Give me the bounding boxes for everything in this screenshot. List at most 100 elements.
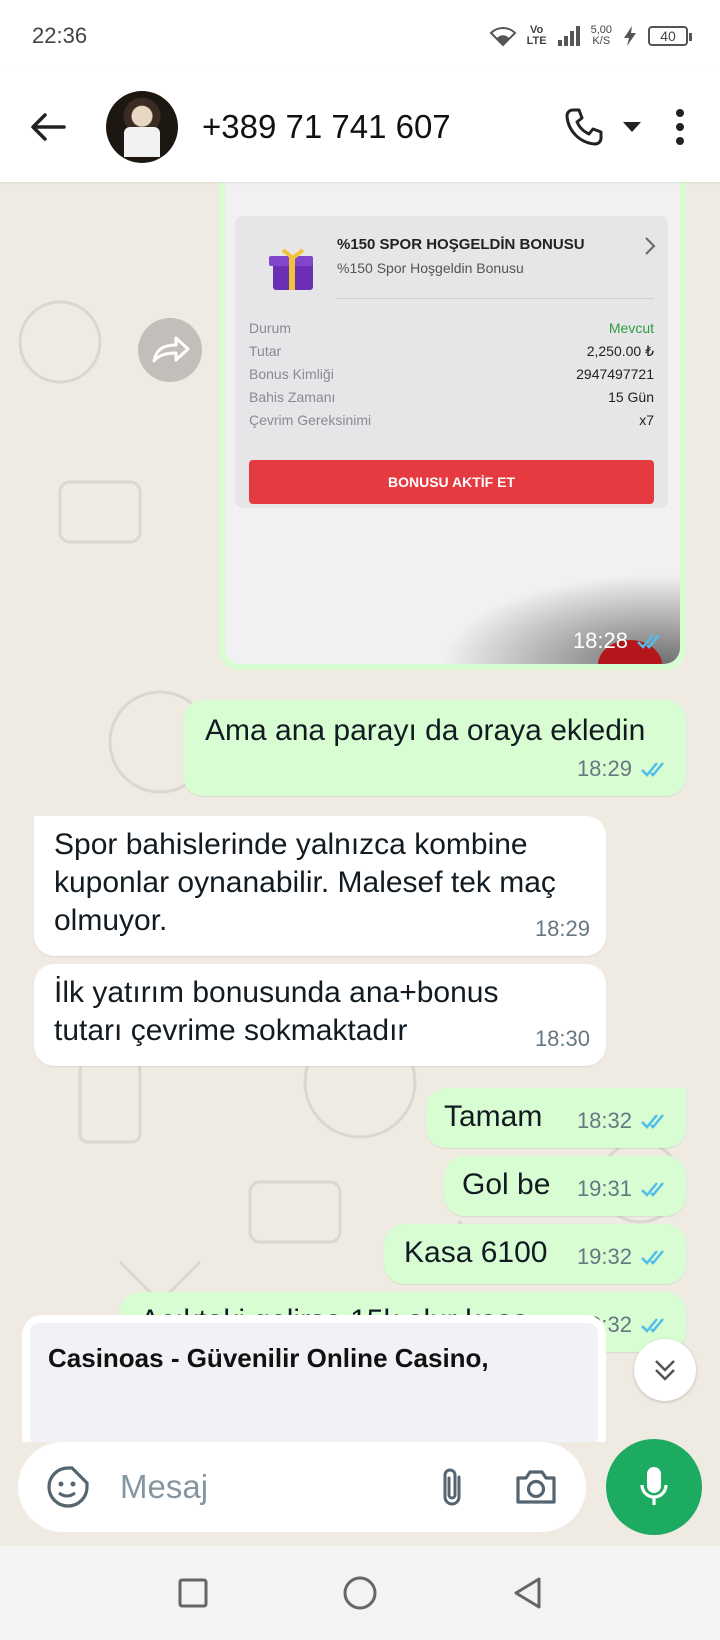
bonus-card: %150 SPOR HOŞGELDİN BONUSU %150 Spor Hoş…: [235, 216, 668, 508]
sticker-button[interactable]: [40, 1459, 96, 1515]
composer: [0, 1439, 720, 1546]
lte-indicator: Vo LTE: [527, 25, 547, 47]
message-text: Gol be: [462, 1168, 551, 1201]
battery-level: 40: [660, 28, 676, 44]
detail-value: x7: [639, 412, 654, 428]
back-nav-button[interactable]: [497, 1563, 557, 1623]
message-text: Spor bahislerinde yalnızca kombine kupon…: [54, 828, 556, 937]
detail-value: 2,250.00 ₺: [586, 343, 654, 359]
message-bubble-outgoing[interactable]: Gol be 19:31: [444, 1156, 686, 1216]
link-preview-title: Casinoas - Güvenilir Online Casino,: [48, 1343, 489, 1373]
message-time: 19:32: [576, 1244, 632, 1269]
message-time: 19:31: [576, 1176, 632, 1201]
message-input[interactable]: [120, 1468, 410, 1506]
contact-name[interactable]: +389 71 741 607: [202, 108, 564, 146]
message-meta: 19:31: [577, 1170, 670, 1208]
call-dropdown-button[interactable]: [622, 99, 642, 155]
detail-key: Tutar: [249, 343, 282, 359]
image-message[interactable]: %150 SPOR HOŞGELDİN BONUSU %150 Spor Hoş…: [219, 182, 686, 670]
phone-icon: [565, 108, 603, 146]
wifi-icon: [489, 27, 517, 47]
bonus-details: Durum Mevcut Tutar 2,250.00 ₺ Bonus Kiml…: [249, 320, 654, 435]
message-text: Kasa 6100: [404, 1236, 548, 1269]
divider: [335, 298, 654, 299]
detail-key: Bahis Zamanı: [249, 389, 336, 405]
speed-indicator: 5,00 K/S: [591, 25, 612, 47]
message-bubble-incoming[interactable]: Spor bahislerinde yalnızca kombine kupon…: [34, 816, 606, 956]
battery-icon: 40: [648, 26, 692, 46]
message-bubble-outgoing[interactable]: Ama ana parayı da oraya ekledin 18:29: [183, 700, 686, 796]
double-check-icon: [641, 762, 664, 777]
double-check-icon: [641, 1182, 664, 1197]
message-meta: 18:29: [577, 750, 670, 788]
call-button[interactable]: [564, 99, 604, 155]
message-time: 18:30: [534, 1026, 590, 1051]
detail-row: Durum Mevcut: [249, 320, 654, 343]
circle-icon: [343, 1576, 377, 1610]
back-button[interactable]: [20, 99, 76, 155]
home-button[interactable]: [330, 1563, 390, 1623]
microphone-icon: [640, 1467, 668, 1505]
more-options-button[interactable]: [660, 99, 700, 155]
message-meta: 19:32: [577, 1238, 670, 1276]
message-text: İlk yatırım bonusunda ana+bonus tutarı ç…: [54, 976, 499, 1047]
speed-bottom: K/S: [592, 35, 611, 47]
message-time: 18:28: [572, 628, 628, 653]
attach-button[interactable]: [424, 1459, 480, 1515]
message-input-container: [18, 1442, 586, 1532]
message-bubble-outgoing[interactable]: Kasa 6100 19:32: [384, 1224, 686, 1284]
detail-key: Durum: [249, 320, 292, 336]
status-bar: 22:36 Vo LTE 5,00 K/S 40: [0, 0, 720, 72]
lte-bottom: LTE: [526, 35, 547, 47]
double-check-icon: [637, 634, 660, 649]
detail-row: Bonus Kimliği 2947497721: [249, 366, 654, 389]
detail-value: 2947497721: [576, 366, 654, 382]
triangle-back-icon: [514, 1577, 541, 1609]
detail-row: Bahis Zamanı 15 Gün: [249, 389, 654, 412]
camera-icon: [516, 1470, 556, 1504]
paperclip-icon: [443, 1468, 461, 1506]
back-arrow-icon: [31, 113, 66, 141]
message-meta: 18:28: [573, 628, 666, 654]
message-bubble-outgoing[interactable]: Tamam 18:32: [426, 1088, 686, 1148]
message-time: 18:29: [576, 756, 632, 781]
message-bubble-incoming[interactable]: İlk yatırım bonusunda ana+bonus tutarı ç…: [34, 964, 606, 1066]
dropdown-icon: [623, 122, 641, 132]
detail-value: 15 Gün: [608, 389, 654, 405]
camera-button[interactable]: [508, 1459, 564, 1515]
chevron-right-icon: [645, 237, 656, 255]
detail-key: Çevrim Gereksinimi: [249, 412, 372, 428]
detail-key: Bonus Kimliği: [249, 366, 334, 382]
message-time: 18:32: [576, 1108, 632, 1133]
image-content[interactable]: %150 SPOR HOŞGELDİN BONUSU %150 Spor Hoş…: [225, 182, 680, 664]
link-preview-card[interactable]: Casinoas - Güvenilir Online Casino,: [30, 1323, 598, 1442]
recents-button[interactable]: [163, 1563, 223, 1623]
message-meta: 18:29: [535, 910, 590, 948]
message-time: 18:29: [534, 916, 590, 941]
message-meta: 18:32: [577, 1102, 670, 1140]
message-text: Tamam: [444, 1100, 543, 1133]
link-preview-message[interactable]: Casinoas - Güvenilir Online Casino,: [22, 1315, 606, 1442]
avatar[interactable]: [106, 91, 178, 163]
message-meta: 18:30: [535, 1020, 590, 1058]
header-actions: [564, 99, 700, 155]
double-check-icon: [641, 1250, 664, 1265]
system-navigation-bar: [0, 1546, 720, 1640]
double-check-icon: [641, 1318, 664, 1333]
chat-area[interactable]: %150 SPOR HOŞGELDİN BONUSU %150 Spor Hoş…: [0, 182, 720, 1442]
scroll-to-bottom-button[interactable]: [634, 1339, 696, 1401]
square-icon: [178, 1578, 208, 1608]
status-time: 22:36: [32, 23, 88, 48]
chat-header: +389 71 741 607: [0, 72, 720, 182]
sticker-icon: [47, 1466, 89, 1508]
voice-message-button[interactable]: [606, 1439, 702, 1535]
double-check-icon: [641, 1114, 664, 1129]
gift-icon: [269, 248, 313, 290]
forward-button[interactable]: [138, 318, 202, 382]
more-vert-icon: [676, 109, 684, 145]
forward-icon: [152, 336, 190, 363]
activate-bonus-button: BONUSU AKTİF ET: [249, 460, 654, 504]
double-chevron-down-icon: [655, 1360, 675, 1381]
detail-value: Mevcut: [608, 320, 654, 336]
message-text: Ama ana parayı da oraya ekledin: [205, 714, 646, 747]
